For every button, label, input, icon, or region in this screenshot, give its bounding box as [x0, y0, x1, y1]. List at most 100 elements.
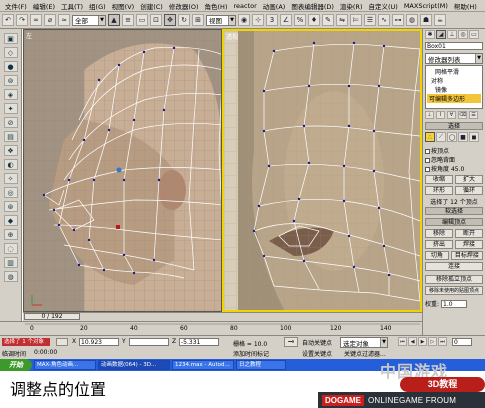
quick-render-icon[interactable]: ☕: [434, 14, 446, 26]
tool-12-icon[interactable]: ◎: [3, 187, 18, 198]
tool-3-icon[interactable]: ●: [3, 61, 18, 72]
select-scale-icon[interactable]: ⊞: [192, 14, 204, 26]
border-mode-icon[interactable]: ◯: [447, 132, 457, 142]
tool-17-icon[interactable]: ▥: [3, 257, 18, 268]
modifier-stack[interactable]: 网格平滑 对称 镜像 可编辑多边形: [425, 65, 483, 109]
stack-item[interactable]: 镜像: [427, 85, 481, 94]
setkey-button[interactable]: 设置关键点: [302, 349, 332, 358]
tool-8-icon[interactable]: ▤: [3, 131, 18, 142]
material-editor-icon[interactable]: ◍: [406, 14, 418, 26]
weld-button[interactable]: 焊接: [455, 240, 483, 249]
play-icon[interactable]: ▶: [418, 337, 427, 346]
edit-vertices-rollout[interactable]: 编辑顶点: [425, 218, 483, 226]
tool-1-icon[interactable]: ▣: [3, 33, 18, 44]
add-time-tag[interactable]: 添加时间标记: [233, 349, 269, 358]
menu-item[interactable]: 工具(T): [58, 1, 86, 11]
remove-modifier-icon[interactable]: ⌫: [458, 111, 467, 119]
track-bar[interactable]: 0 20 40 60 80 100 120 140: [0, 321, 422, 335]
render-setup-icon[interactable]: ☗: [420, 14, 432, 26]
menu-item[interactable]: 文件(F): [2, 1, 30, 11]
tool-6-icon[interactable]: ✦: [3, 103, 18, 114]
percent-snap-icon[interactable]: %: [294, 14, 306, 26]
redo-icon[interactable]: ↷: [16, 14, 28, 26]
element-mode-icon[interactable]: ◼: [469, 132, 479, 142]
ring-button[interactable]: 环形: [425, 186, 453, 195]
goto-start-icon[interactable]: ⏮: [398, 337, 407, 346]
configure-icon[interactable]: ☰: [469, 111, 478, 119]
polygon-mode-icon[interactable]: ■: [458, 132, 468, 142]
tool-18-icon[interactable]: ◍: [3, 271, 18, 282]
tool-14-icon[interactable]: ◆: [3, 215, 18, 226]
menu-item[interactable]: 帮助(H): [451, 1, 480, 11]
object-name-field[interactable]: Box01: [425, 42, 483, 50]
menu-item[interactable]: 渲染(R): [337, 1, 366, 11]
opt-ignore-back[interactable]: 忽略背面: [425, 155, 483, 164]
remove-unused-map-button[interactable]: 移除未使用的贴图顶点: [425, 286, 483, 295]
task-item[interactable]: 动画数据(064) - 3D...: [98, 360, 170, 370]
select-by-name-icon[interactable]: ≡: [122, 14, 134, 26]
prev-frame-icon[interactable]: ◀: [408, 337, 417, 346]
tool-2-icon[interactable]: ◇: [3, 47, 18, 58]
break-button[interactable]: 断开: [455, 229, 483, 238]
layer-manager-icon[interactable]: ☰: [364, 14, 376, 26]
angle-value[interactable]: 45.0: [451, 166, 464, 173]
select-object-icon[interactable]: ▲: [108, 14, 120, 26]
stack-item-active[interactable]: 可编辑多边形: [427, 94, 481, 103]
select-move-icon[interactable]: ✥: [164, 14, 176, 26]
tool-9-icon[interactable]: ❖: [3, 145, 18, 156]
pivot-center-icon[interactable]: ◉: [238, 14, 250, 26]
tool-16-icon[interactable]: ◌: [3, 243, 18, 254]
pin-stack-icon[interactable]: ⊥: [425, 111, 434, 119]
tool-10-icon[interactable]: ◐: [3, 159, 18, 170]
tool-15-icon[interactable]: ⊕: [3, 229, 18, 240]
time-slider-thumb[interactable]: 0 / 192: [24, 313, 80, 320]
remove-isolated-button[interactable]: 移除孤立顶点: [425, 275, 483, 284]
connect-button[interactable]: 连接: [425, 262, 483, 271]
tool-7-icon[interactable]: ⊘: [3, 117, 18, 128]
key-icon[interactable]: ⊸: [284, 337, 298, 347]
window-crossing-icon[interactable]: ⊡: [150, 14, 162, 26]
show-end-icon[interactable]: I: [436, 111, 445, 119]
y-coord-field[interactable]: [129, 338, 169, 346]
menu-item[interactable]: 动画(A): [260, 1, 289, 11]
hierarchy-tab-icon[interactable]: ⊥: [447, 30, 457, 39]
weight-input[interactable]: 1.0: [441, 299, 468, 308]
undo-icon[interactable]: ↶: [2, 14, 14, 26]
menu-item[interactable]: 编辑(E): [30, 1, 58, 11]
motion-tab-icon[interactable]: ◎: [458, 30, 468, 39]
select-rotate-icon[interactable]: ↻: [178, 14, 190, 26]
unique-icon[interactable]: ∀: [447, 111, 456, 119]
x-coord-field[interactable]: 10.923: [79, 338, 119, 346]
schematic-view-icon[interactable]: ⊶: [392, 14, 404, 26]
align-icon[interactable]: ⊨: [350, 14, 362, 26]
vertex-mode-icon[interactable]: ∴: [425, 132, 435, 142]
goto-end-icon[interactable]: ⏭: [438, 337, 447, 346]
lock-selection-icon[interactable]: [56, 338, 68, 346]
rect-selection-icon[interactable]: ▭: [136, 14, 148, 26]
task-item[interactable]: 1234.max - Autod...: [172, 360, 234, 370]
menu-item[interactable]: 修改器(O): [166, 1, 202, 11]
menu-item[interactable]: 视图(V): [109, 1, 138, 11]
stack-item[interactable]: 网格平滑: [427, 67, 481, 76]
soft-select-rollout[interactable]: 软选择: [425, 207, 483, 215]
chamfer-button[interactable]: 切角: [425, 251, 449, 260]
tool-13-icon[interactable]: ⊛: [3, 201, 18, 212]
remove-button[interactable]: 移除: [425, 229, 453, 238]
extrude-button[interactable]: 挤出: [425, 240, 453, 249]
menu-item[interactable]: 图表编辑器(D): [288, 1, 337, 11]
time-slider-track[interactable]: [23, 312, 422, 321]
named-selection-icon[interactable]: ✎: [322, 14, 334, 26]
checkbox[interactable]: [425, 158, 430, 163]
checkbox[interactable]: [425, 167, 430, 172]
autokey-mode-combo[interactable]: 选定对象 ▼: [340, 337, 388, 348]
curve-editor-icon[interactable]: ∿: [378, 14, 390, 26]
edge-mode-icon[interactable]: ⟋: [436, 132, 446, 142]
tool-4-icon[interactable]: ⊚: [3, 75, 18, 86]
tool-11-icon[interactable]: ✧: [3, 173, 18, 184]
start-button[interactable]: 开始: [0, 359, 32, 371]
viewport-perspective[interactable]: 透视: [222, 29, 422, 312]
selection-filter-combo[interactable]: 全部 ▼: [72, 14, 106, 26]
menu-item[interactable]: 自定义(U): [365, 1, 400, 11]
angle-snap-icon[interactable]: ∠: [280, 14, 292, 26]
loop-button[interactable]: 循环: [455, 186, 483, 195]
